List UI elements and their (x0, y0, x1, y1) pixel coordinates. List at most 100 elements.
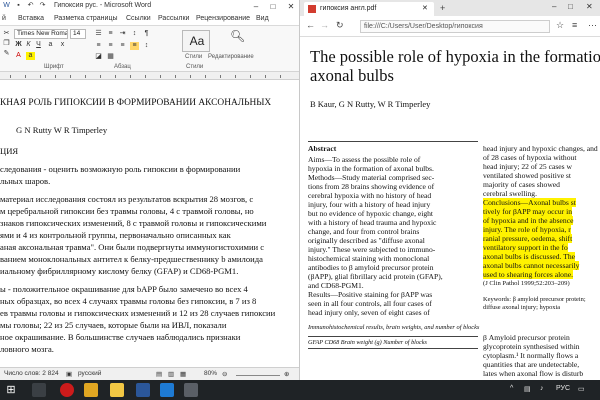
app-icon[interactable] (184, 383, 198, 397)
abstract-line: seen in all four controls, all four case… (308, 299, 432, 308)
input-language[interactable]: РУС (556, 385, 570, 392)
zoom-slider[interactable] (236, 375, 280, 376)
copy-icon[interactable]: ❐ (2, 40, 11, 48)
refresh-icon[interactable]: ↻ (336, 20, 344, 31)
indent-icon[interactable]: ⇥ (118, 30, 127, 38)
abstract-line: antibodies to β amyloid precursor protei… (308, 263, 434, 272)
align-center-icon[interactable]: ≡ (106, 42, 115, 50)
document-section-heading: ЦИЯ (0, 146, 19, 156)
abstract-line: of 28 cases of hypoxia without (483, 153, 577, 162)
browser-minimize-icon[interactable]: – (552, 2, 556, 11)
view-web-icon[interactable]: ▦ (180, 370, 186, 378)
minimize-icon[interactable]: – (248, 0, 264, 13)
format-painter-icon[interactable]: ✎ (2, 50, 11, 58)
tab-view[interactable]: Вид (256, 15, 269, 22)
strikethrough-icon[interactable]: a (46, 41, 55, 49)
word-count[interactable]: Число слов: 2 824 (4, 370, 59, 377)
zoom-out-icon[interactable]: ⊖ (222, 370, 227, 378)
styles-gallery-icon[interactable]: Aa (182, 30, 210, 52)
undo-icon[interactable]: ↶ (26, 2, 35, 10)
subscript-icon[interactable]: x (58, 41, 67, 49)
tab-mailings[interactable]: Рассылки (158, 15, 189, 22)
yandex-icon[interactable] (84, 383, 98, 397)
file-explorer-icon[interactable] (110, 383, 124, 397)
more-icon[interactable]: ⋯ (588, 20, 597, 31)
close-icon[interactable]: ✕ (283, 0, 299, 13)
borders-icon[interactable]: ▦ (106, 53, 115, 61)
notifications-icon[interactable]: ▭ (578, 385, 585, 393)
favorites-icon[interactable]: ☆ (556, 20, 564, 31)
horizontal-ruler[interactable] (0, 72, 299, 80)
language-status[interactable]: русский (78, 370, 101, 377)
highlighted-line: ventilatory support in the fo (483, 243, 568, 252)
highlighted-line: axonal bulbs cannot necessarily (483, 261, 580, 270)
cut-icon[interactable]: ✂ (2, 30, 11, 38)
italic-icon[interactable]: К (24, 41, 33, 49)
address-bar-row: ← → ↻ file:///C:/Users/User/Desktop/гипо… (300, 16, 600, 37)
view-print-layout-icon[interactable]: ▤ (156, 370, 162, 378)
editing-button-label[interactable]: Редактирование (208, 54, 254, 60)
shading-icon[interactable]: ◪ (94, 53, 103, 61)
table-caption: Immunohistochemical results, brain weigh… (308, 324, 480, 331)
font-size-select[interactable]: 14 (70, 29, 86, 39)
paragraph-group-label: Абзац (114, 64, 131, 70)
redo-icon[interactable]: ↷ (38, 2, 47, 10)
highlighted-line: Conclusions—Axonal bulbs st (483, 198, 576, 207)
save-icon[interactable]: ▪ (14, 2, 23, 10)
proofing-icon[interactable]: ▣ (66, 370, 72, 378)
volume-icon[interactable]: ♪ (540, 385, 544, 392)
tab-close-icon[interactable]: ✕ (422, 4, 428, 12)
tab-page-layout[interactable]: Разметка страницы (54, 15, 118, 22)
tab-references[interactable]: Ссылки (126, 15, 151, 22)
browser-maximize-icon[interactable]: □ (568, 2, 573, 11)
align-justify-icon[interactable]: ≡ (130, 42, 139, 50)
tab-review[interactable]: Рецензирование (196, 15, 250, 22)
highlight-icon[interactable]: a (26, 52, 35, 60)
font-name-select[interactable]: Times New Roman (14, 29, 68, 39)
find-icon[interactable]: 🔍︎ (230, 30, 245, 46)
browser-close-icon[interactable]: ✕ (586, 2, 593, 11)
browser-tab[interactable]: гипоксия англ.pdf ✕ (304, 2, 434, 16)
document-line: м церебральной гипоксии без травмы голов… (0, 206, 254, 216)
word-taskbar-icon[interactable] (136, 383, 150, 397)
bold-icon[interactable]: Ж (14, 41, 23, 49)
view-fullscreen-icon[interactable]: ▥ (168, 370, 174, 378)
zoom-level[interactable]: 80% (204, 370, 217, 377)
sort-icon[interactable]: ↕ (130, 30, 139, 38)
document-page[interactable]: КНАЯ РОЛЬ ГИПОКСИИ В ФОРМИРОВАНИИ АКСОНА… (0, 80, 299, 367)
back-icon[interactable]: ← (306, 20, 315, 30)
address-input[interactable]: file:///C:/Users/User/Desktop/гипоксия (360, 20, 550, 33)
document-heading: КНАЯ РОЛЬ ГИПОКСИИ В ФОРМИРОВАНИИ АКСОНА… (0, 98, 272, 108)
styles-button-label[interactable]: Стили (185, 54, 202, 60)
status-bar: Число слов: 2 824 ▣ русский ▤ ▥ ▦ 80% ⊖ … (0, 367, 299, 380)
pdf-page[interactable]: The possible role of hypoxia in the form… (300, 37, 600, 380)
font-color-icon[interactable]: A (14, 52, 23, 60)
opera-icon[interactable] (60, 383, 74, 397)
align-right-icon[interactable]: ≡ (118, 42, 127, 50)
tray-arrow-icon[interactable]: ^ (510, 385, 513, 392)
bullets-icon[interactable]: ☰ (94, 30, 103, 38)
tab-insert[interactable]: Вставка (18, 15, 44, 22)
pilcrow-icon[interactable]: ¶ (142, 30, 151, 38)
edge-icon[interactable] (160, 383, 174, 397)
abstract-line: Methods—Study material comprised sec- (308, 173, 435, 182)
tab-home[interactable]: й (2, 15, 6, 22)
new-tab-icon[interactable]: + (440, 3, 445, 13)
forward-icon[interactable]: → (320, 20, 329, 30)
numbering-icon[interactable]: ≡ (106, 30, 115, 38)
network-icon[interactable]: ▤ (524, 385, 531, 393)
highlighted-line: of hypoxia and in the absence (483, 216, 574, 225)
align-left-icon[interactable]: ≡ (94, 42, 103, 50)
start-icon[interactable]: ⊞ (4, 383, 18, 397)
maximize-icon[interactable]: □ (265, 0, 281, 13)
line-spacing-icon[interactable]: ↕ (142, 42, 151, 50)
highlighted-line: used to shearing forces alone. (483, 270, 574, 279)
abstract-line: and CD68-PGM1. (308, 281, 364, 290)
underline-icon[interactable]: Ч (34, 41, 43, 49)
zoom-in-icon[interactable]: ⊕ (284, 370, 289, 378)
abstract-line: hypoxia in the formation of axonal bulbs… (308, 164, 434, 173)
search-icon[interactable] (32, 383, 46, 397)
hub-icon[interactable]: ≡ (572, 20, 577, 30)
highlighted-line: injury. The role of hypoxia, r (483, 225, 571, 234)
abstract-line: majority of cases showed (483, 180, 560, 189)
